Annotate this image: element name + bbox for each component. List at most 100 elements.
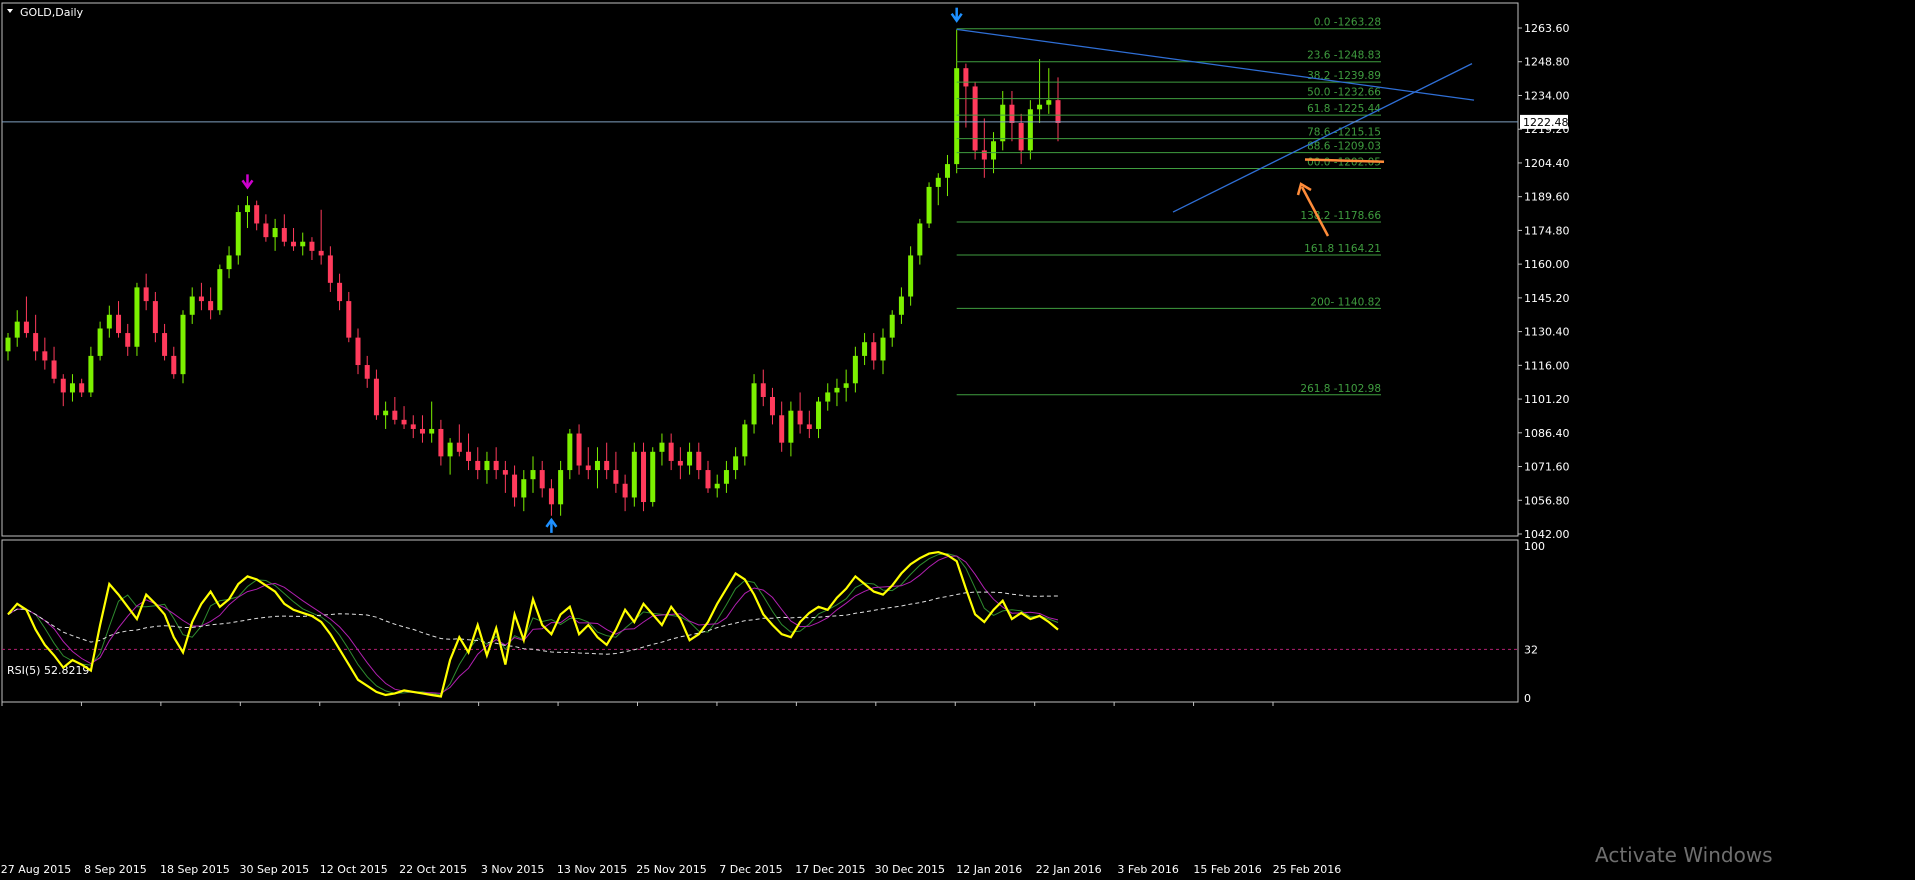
candle-body [125, 333, 131, 347]
trendline-upper[interactable] [956, 28, 1475, 101]
price-tick-label: 1130.40 [1524, 326, 1570, 339]
candle-body [576, 433, 582, 466]
candle [585, 447, 591, 480]
candle [723, 460, 729, 493]
candle [226, 246, 232, 279]
candle-body [466, 451, 472, 461]
candle [217, 264, 223, 315]
candle-body [1018, 122, 1024, 151]
candle [106, 305, 112, 338]
candle-body [825, 392, 831, 402]
candle-body [935, 177, 941, 187]
candle [69, 374, 75, 402]
candle [346, 291, 352, 343]
fibo-level-label: 0.0 -1263.28 [1314, 17, 1381, 29]
candle-body [641, 451, 647, 503]
candle [742, 419, 748, 466]
candle-body [355, 337, 361, 366]
candle-body [834, 387, 840, 393]
candle [806, 410, 812, 439]
candle [484, 451, 490, 484]
candle-body [116, 314, 122, 334]
candle-body [291, 241, 297, 247]
candle [79, 378, 85, 397]
candle-body [244, 205, 250, 213]
price-tick-label: 1101.20 [1524, 393, 1570, 406]
candle [797, 392, 803, 434]
candle-body [1037, 104, 1043, 110]
chart-title: GOLD,Daily [20, 6, 84, 19]
candle [88, 346, 94, 397]
candle [180, 310, 186, 384]
price-tick-label: 1160.00 [1524, 258, 1570, 271]
fibo-level-label: 61.8 -1225.44 [1307, 103, 1381, 115]
rsi-ma-slow-line [7, 555, 1059, 694]
candle-body [97, 328, 103, 356]
candle [917, 218, 923, 265]
fractal-down-arrow-icon [950, 7, 963, 23]
candle-body [769, 396, 775, 416]
candle-body [1055, 100, 1061, 123]
candle-body [383, 410, 389, 416]
candle [438, 419, 444, 466]
candle-body [594, 460, 600, 471]
date-tick-label: 18 Sep 2015 [160, 863, 230, 876]
candle-body [217, 269, 223, 311]
candle-body [235, 212, 241, 256]
candle [493, 447, 499, 480]
candle-body [254, 205, 260, 224]
candle [677, 447, 683, 480]
candle [162, 323, 168, 361]
candle [1046, 68, 1052, 114]
candle-body [972, 86, 978, 151]
candle [650, 447, 656, 507]
candle [51, 346, 57, 384]
candle [613, 451, 619, 493]
candle [641, 442, 647, 512]
date-tick-label: 7 Dec 2015 [719, 863, 782, 876]
candle [272, 218, 278, 251]
candle-body [456, 442, 462, 452]
chart-canvas[interactable]: GOLD,Daily RSI(5) 52.8219 0.0 -1263.28 23… [0, 0, 1915, 876]
candle-body [659, 442, 665, 452]
candle-body [272, 228, 278, 238]
candle-body [880, 337, 886, 361]
candle-body [419, 428, 425, 434]
candle [751, 374, 757, 434]
candle-body [475, 460, 481, 471]
price-tick-label: 1056.80 [1524, 494, 1570, 507]
candle-body [69, 383, 75, 393]
rsi-panel [1, 539, 1519, 703]
candle-body [171, 355, 177, 375]
candle-body [410, 424, 416, 429]
candle-body [908, 255, 914, 297]
fibo-level-label: 88.6 -1209.03 [1307, 141, 1381, 153]
candle [816, 396, 822, 439]
candle [539, 460, 545, 498]
candle [502, 460, 508, 493]
candle [60, 374, 66, 407]
candle-body [226, 255, 232, 270]
candle-body [180, 314, 186, 375]
date-tick-label: 12 Oct 2015 [320, 863, 388, 876]
candle [760, 369, 766, 407]
candle-body [512, 474, 518, 498]
fractal-up-arrow-icon [545, 517, 558, 533]
candle-body [5, 337, 11, 352]
chart-window[interactable]: GOLD,Daily RSI(5) 52.8219 0.0 -1263.28 23… [0, 0, 1915, 876]
candle-body [143, 287, 149, 302]
candle-body [33, 333, 39, 352]
candle-body [696, 451, 702, 471]
candle-body [1000, 104, 1006, 142]
candle [1027, 100, 1033, 160]
candle [1037, 59, 1043, 123]
fibo-level-label: 138.2 -1178.66 [1300, 210, 1381, 222]
candle-body [862, 342, 868, 356]
candle-body [401, 419, 407, 425]
candle [954, 29, 960, 174]
date-tick-label: 30 Sep 2015 [239, 863, 309, 876]
candle [383, 401, 389, 429]
candle [622, 474, 628, 512]
dropdown-icon[interactable] [7, 9, 13, 13]
candle-body [797, 410, 803, 425]
